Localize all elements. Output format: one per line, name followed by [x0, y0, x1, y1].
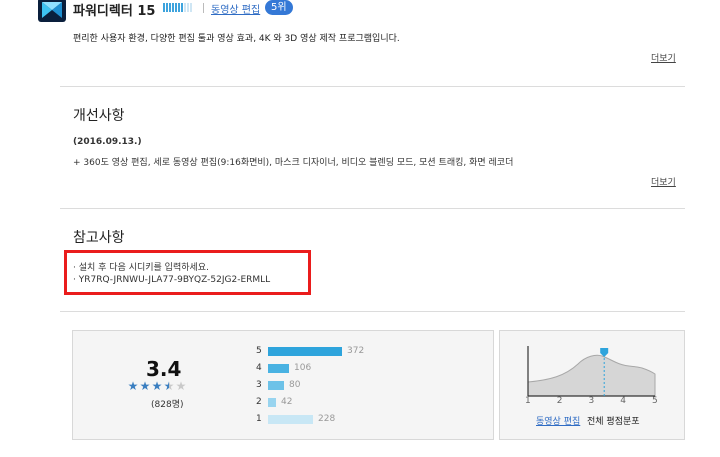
rating-bar-star-label: 1: [256, 414, 262, 424]
rating-bar-count: 372: [347, 346, 365, 356]
rating-level-segment: [190, 3, 192, 12]
category-link[interactable]: 동영상 편집: [211, 1, 260, 16]
star-icon: ★: [151, 379, 163, 393]
x-tick-label: 4: [620, 396, 626, 406]
distribution-caption: 전체 평점분포: [587, 417, 640, 427]
app-description: 편리한 사용자 환경, 다양한 편집 툴과 영상 효과, 4K 와 3D 영상 …: [73, 34, 400, 44]
rating-level-segment: [166, 3, 168, 12]
distribution-chart: [527, 346, 656, 397]
rating-level-segment: [178, 3, 180, 12]
divider: [60, 311, 685, 312]
improvements-more-link[interactable]: 더보기: [651, 175, 676, 188]
x-tick-label: 5: [652, 396, 658, 406]
improvements-item: + 360도 영상 편집, 세로 동영상 편집(9:16화면비), 마스크 디자…: [73, 158, 514, 168]
highlight-box: [64, 250, 311, 295]
app-header: 파워디렉터 15 동영상 편집 5위: [0, 0, 720, 24]
rating-score: 3.4: [146, 357, 182, 381]
rating-level-segment: [187, 3, 189, 12]
x-tick-label: 2: [556, 396, 563, 406]
rating-bar-count: 228: [318, 414, 336, 424]
rating-stars: ★★★★★: [127, 380, 187, 392]
notes-title: 참고사항: [73, 230, 125, 246]
improvements-title: 개선사항: [73, 108, 125, 124]
rating-bar-count: 106: [294, 363, 312, 373]
rating-level-segment: [163, 3, 165, 12]
distribution-area: [527, 354, 656, 397]
rating-votes: (828명): [151, 400, 184, 410]
rating-bar: [268, 347, 342, 356]
app-icon: [38, 0, 66, 22]
rating-bar-star-label: 2: [256, 397, 262, 407]
star-icon: ★: [139, 379, 151, 393]
rating-level-segment: [175, 3, 177, 12]
star-icon: ★: [127, 379, 139, 393]
rating-bar: [268, 398, 276, 407]
header-separator: [203, 3, 204, 13]
rating-level-segment: [172, 3, 174, 12]
rating-bar-star-label: 3: [256, 380, 262, 390]
divider: [60, 86, 685, 87]
divider: [60, 208, 685, 209]
rating-bar-star-label: 4: [256, 363, 262, 373]
rating-bar-count: 80: [289, 380, 301, 390]
star-icon: ★: [163, 379, 175, 393]
improvements-date: (2016.09.13.): [73, 137, 142, 147]
x-tick-label: 3: [588, 396, 595, 406]
rating-level-segment: [184, 3, 186, 12]
star-icon: ★: [175, 379, 187, 393]
rating-bar: [268, 364, 289, 373]
rating-level-segment: [169, 3, 171, 12]
x-tick-label: 1: [525, 396, 531, 406]
rating-bar-count: 42: [281, 397, 293, 407]
description-more-link[interactable]: 더보기: [651, 51, 676, 64]
rating-bar: [268, 381, 284, 390]
rating-level-segment: [181, 3, 183, 12]
rank-badge: 5위: [265, 0, 293, 15]
app-title: 파워디렉터 15: [73, 4, 156, 19]
distribution-category-link[interactable]: 동영상 편집: [536, 414, 580, 427]
rating-bar-star-label: 5: [256, 346, 262, 356]
rating-bar: [268, 415, 313, 424]
rating-level-bar: [163, 3, 192, 12]
